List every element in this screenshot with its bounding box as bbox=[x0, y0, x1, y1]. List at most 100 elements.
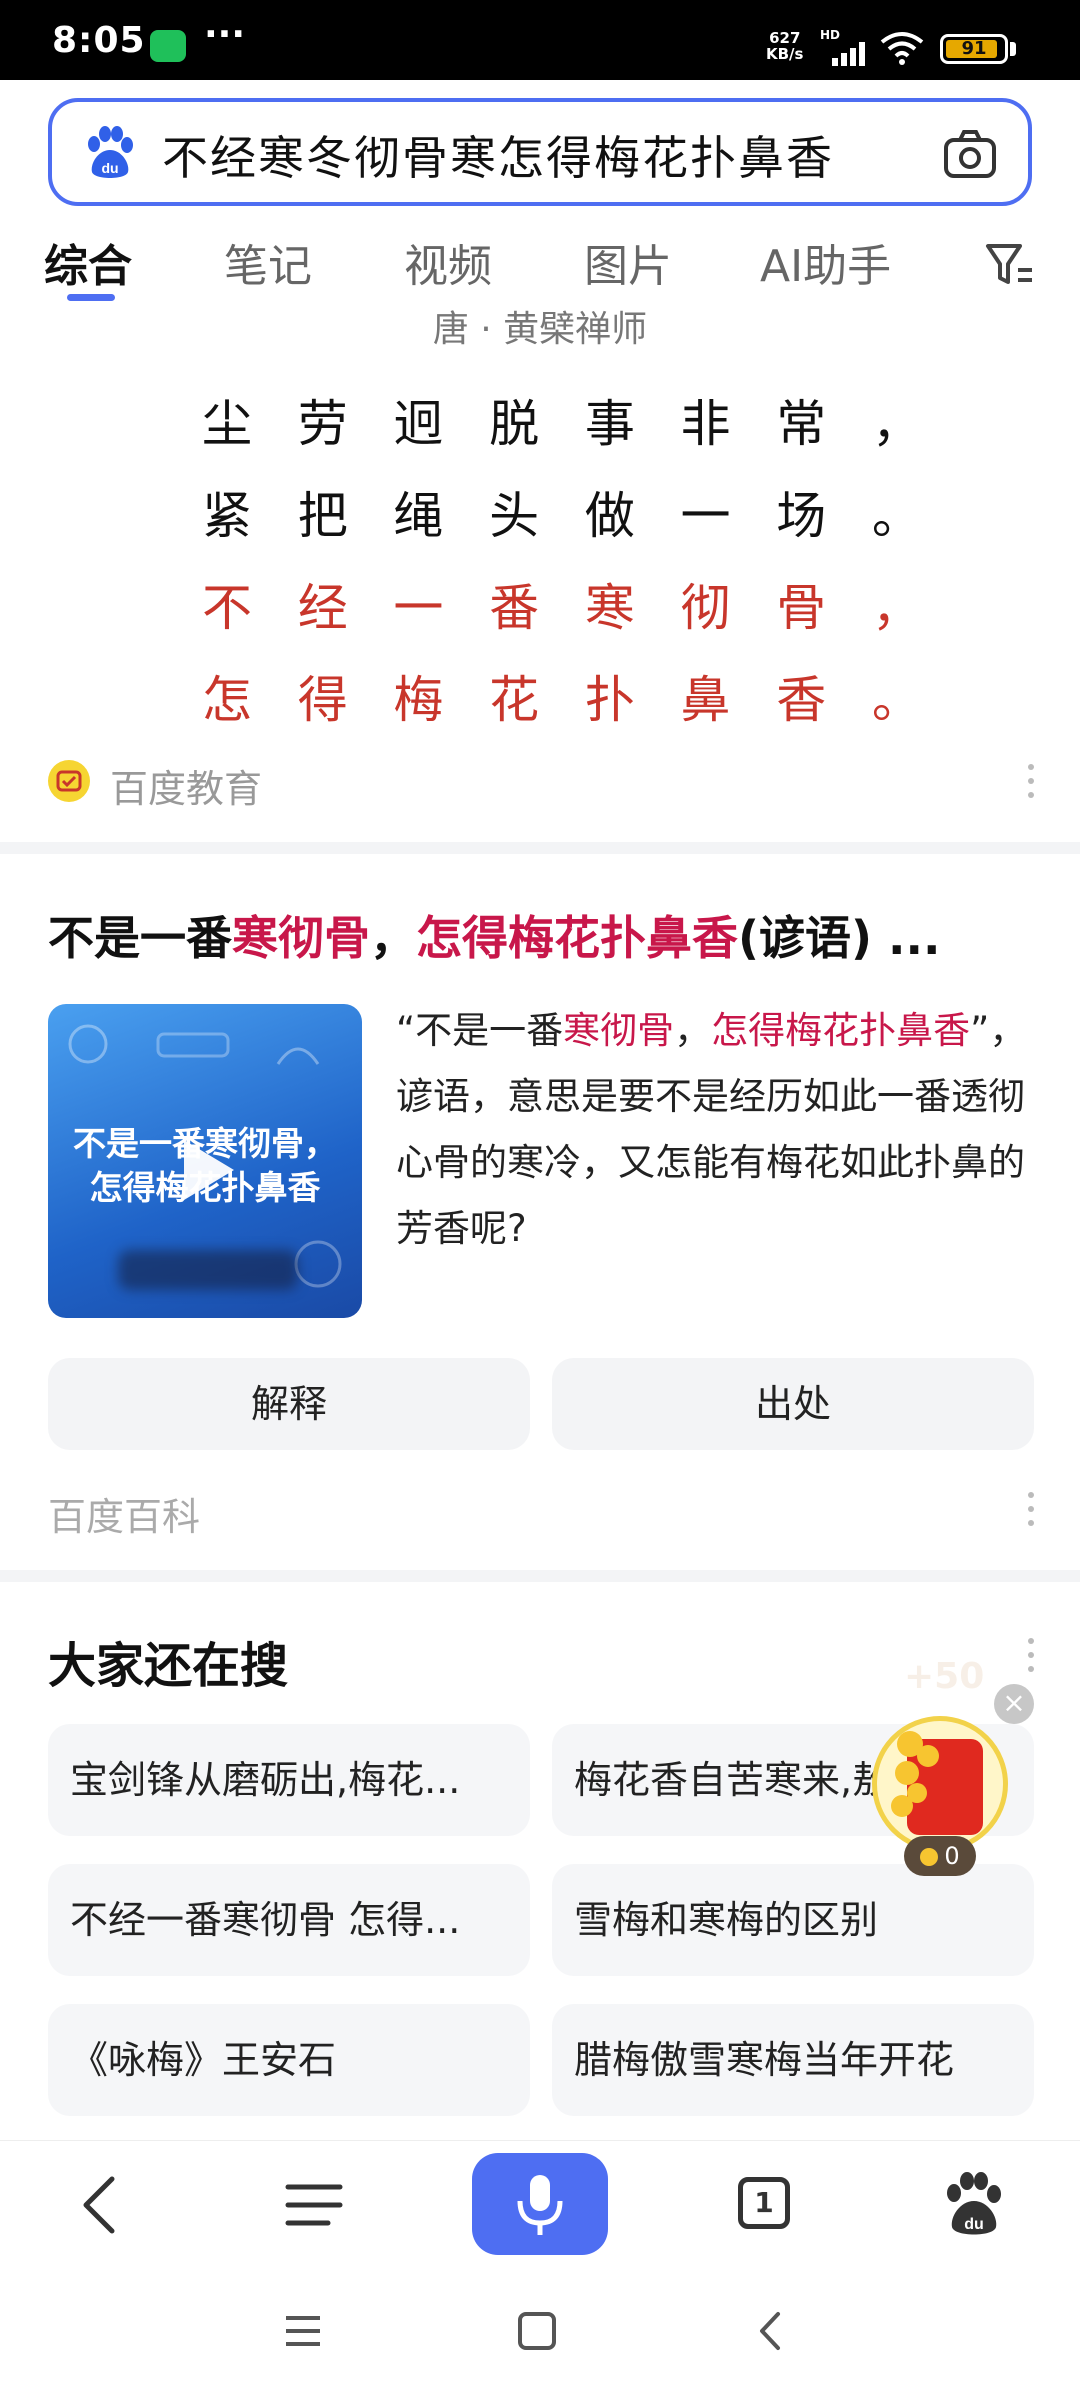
battery-percent: 91 bbox=[961, 38, 987, 59]
tab-notes[interactable]: 笔记 bbox=[224, 230, 312, 294]
poem-line: 怎得梅花扑鼻香。 bbox=[202, 660, 922, 730]
poem-author: 唐 · 黄檗禅师 bbox=[432, 309, 648, 350]
poem-char: 做 bbox=[584, 487, 635, 545]
poem-char: 香 bbox=[776, 671, 827, 729]
poem-source-name[interactable]: 百度教育 bbox=[110, 758, 262, 813]
poem-line: 不经一番寒彻骨 ， bbox=[202, 568, 922, 638]
system-navigation-bar bbox=[0, 2264, 1080, 2400]
poem-char: 梅 bbox=[393, 671, 444, 729]
voice-search-button[interactable] bbox=[472, 2153, 608, 2255]
gold-coin-icon bbox=[895, 1761, 919, 1785]
highlighted-text: 寒彻骨 bbox=[232, 911, 370, 965]
coin-count-badge: 0 bbox=[904, 1836, 976, 1876]
poem-char: ， bbox=[871, 579, 922, 637]
hd-indicator: HD bbox=[820, 28, 841, 42]
tab-all[interactable]: 综合 bbox=[44, 230, 132, 294]
svg-text:du: du bbox=[964, 2216, 984, 2233]
network-speed-value: 627 bbox=[769, 29, 801, 47]
poem-char: 扑 bbox=[584, 671, 635, 729]
poem-char: 事 bbox=[584, 395, 635, 453]
red-packet-reward-button[interactable] bbox=[872, 1716, 1008, 1852]
poem-char: 。 bbox=[871, 671, 922, 729]
related-search-item[interactable]: 《咏梅》王安石 bbox=[48, 2004, 530, 2116]
poem-char: 不 bbox=[202, 579, 252, 637]
related-search-item[interactable]: 不经一番寒彻骨 怎得... bbox=[48, 1864, 530, 1976]
close-icon[interactable]: × bbox=[994, 1684, 1034, 1724]
tab-ai-assistant[interactable]: AI助手 bbox=[760, 230, 891, 294]
gold-coin-icon bbox=[891, 1795, 913, 1817]
back-icon[interactable] bbox=[62, 2165, 142, 2245]
wifi-icon bbox=[880, 32, 924, 65]
network-speed-unit: KB/s bbox=[766, 45, 804, 63]
poem-char: 常 bbox=[776, 395, 827, 453]
highlighted-text: 怎得梅花扑鼻香 bbox=[711, 1009, 971, 1052]
related-search-item[interactable]: 雪梅和寒梅的区别 bbox=[552, 1864, 1034, 1976]
network-speed: 627 KB/s bbox=[766, 30, 803, 62]
reward-plus-text: +50 bbox=[904, 1656, 985, 1697]
battery-icon: 91 bbox=[940, 34, 1008, 64]
cellular-signal-icon bbox=[832, 42, 865, 66]
poem-char: 一 bbox=[680, 487, 731, 545]
poem-char: 鼻 bbox=[680, 671, 731, 729]
section-divider bbox=[0, 1570, 1080, 1582]
camera-icon[interactable] bbox=[942, 126, 998, 182]
related-search-item[interactable]: 腊梅傲雪寒梅当年开花 bbox=[552, 2004, 1034, 2116]
tab-video[interactable]: 视频 bbox=[404, 230, 492, 294]
filter-icon[interactable] bbox=[984, 240, 1034, 290]
menu-icon[interactable] bbox=[274, 2165, 354, 2245]
poem-char: 把 bbox=[297, 487, 348, 545]
poem-char: 。 bbox=[871, 487, 922, 545]
thumbnail-watermark bbox=[118, 1250, 298, 1290]
text-segment: 不是一番 bbox=[48, 911, 232, 965]
wechat-notification-icon bbox=[150, 30, 186, 62]
result-more-options-icon[interactable] bbox=[1026, 1492, 1036, 1532]
highlighted-text: 怎得梅花扑鼻香 bbox=[416, 911, 738, 965]
text-segment: (谚语) ... bbox=[738, 911, 941, 965]
poem-char: 怎 bbox=[202, 671, 252, 729]
poem-char: 得 bbox=[297, 671, 348, 729]
status-bar: 8:05 ··· 627 KB/s HD 91 bbox=[0, 0, 1080, 80]
search-query-text[interactable]: 不经寒冬彻骨寒怎得梅花扑鼻香 bbox=[162, 122, 834, 188]
play-icon[interactable] bbox=[184, 1140, 234, 1200]
result-title-link[interactable]: 不是一番寒彻骨，怎得梅花扑鼻香(谚语) ... bbox=[48, 902, 941, 968]
poem-char: 寒 bbox=[584, 579, 635, 637]
text-segment: ， bbox=[370, 911, 416, 965]
highlighted-text: 寒彻骨 bbox=[563, 1009, 675, 1052]
result-source-name[interactable]: 百度百科 bbox=[48, 1486, 200, 1541]
result-snippet: “不是一番寒彻骨，怎得梅花扑鼻香”，谚语，意思是要不是经历如此一番透彻心骨的寒冷… bbox=[396, 998, 1046, 1262]
gold-coin-icon bbox=[917, 1745, 939, 1767]
poem-char: 彻 bbox=[680, 579, 731, 637]
related-search-item[interactable]: 宝剑锋从磨砺出,梅花... bbox=[48, 1724, 530, 1836]
poem-char: 非 bbox=[680, 395, 731, 453]
poem-char: 紧 bbox=[202, 487, 252, 545]
tabs-button[interactable]: 1 bbox=[724, 2165, 804, 2245]
system-back-icon[interactable] bbox=[746, 2306, 796, 2356]
tab-count: 1 bbox=[738, 2177, 790, 2229]
explain-button[interactable]: 解释 bbox=[48, 1358, 530, 1450]
poem-char: 经 bbox=[297, 579, 348, 637]
poem-line: 尘劳迥脱事非常 ， bbox=[202, 384, 922, 454]
poem-char: 花 bbox=[489, 671, 540, 729]
poem-char: 绳 bbox=[393, 487, 444, 545]
battery-tip bbox=[1010, 42, 1016, 56]
result-video-thumbnail[interactable]: 不是一番寒彻骨， 怎得梅花扑鼻香 bbox=[48, 1004, 362, 1318]
tab-images[interactable]: 图片 bbox=[584, 230, 672, 294]
bottom-toolbar: 1 du bbox=[0, 2140, 1080, 2264]
home-icon[interactable] bbox=[512, 2306, 562, 2356]
poem-char: 一 bbox=[393, 579, 444, 637]
poem-char: ， bbox=[871, 395, 922, 453]
more-notifications-icon: ··· bbox=[204, 14, 246, 55]
baidu-home-icon[interactable]: du bbox=[934, 2165, 1014, 2245]
baidu-education-logo-icon bbox=[48, 760, 90, 802]
search-input[interactable]: du 不经寒冬彻骨寒怎得梅花扑鼻香 bbox=[48, 98, 1032, 206]
recent-apps-icon[interactable] bbox=[278, 2306, 328, 2356]
poem-char: 尘 bbox=[202, 395, 252, 453]
poem-char: 劳 bbox=[297, 395, 348, 453]
related-more-options-icon[interactable] bbox=[1026, 1638, 1036, 1678]
related-searches-title: 大家还在搜 bbox=[48, 1638, 289, 1694]
poem-more-options-icon[interactable] bbox=[1026, 764, 1036, 804]
origin-button[interactable]: 出处 bbox=[552, 1358, 1034, 1450]
status-time: 8:05 bbox=[52, 20, 146, 61]
microphone-icon bbox=[517, 2175, 563, 2235]
baidu-paw-icon[interactable]: du bbox=[80, 124, 140, 184]
